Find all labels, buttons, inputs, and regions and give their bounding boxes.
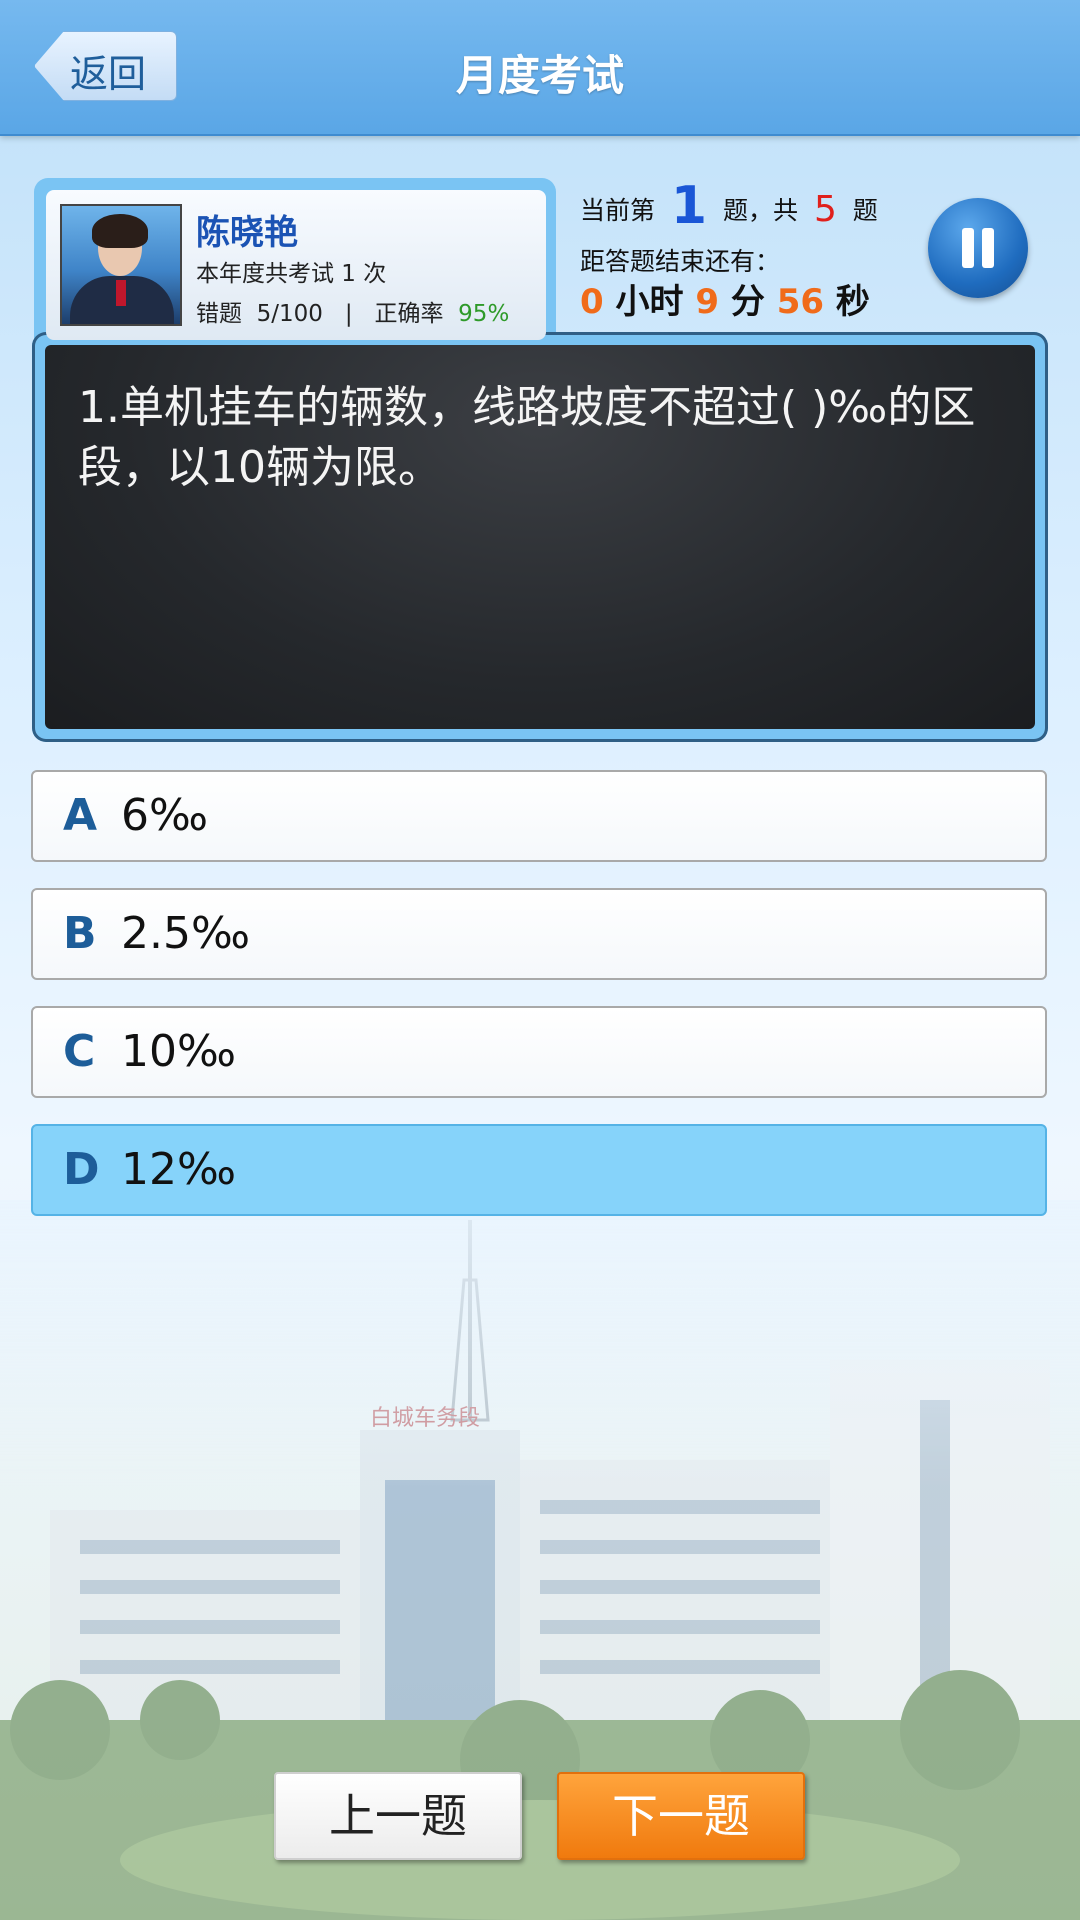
pause-button[interactable]	[928, 198, 1028, 298]
total-question-number: 5	[813, 189, 837, 230]
timer-hours-unit: 小时	[615, 282, 684, 322]
user-avatar	[60, 204, 182, 326]
background-building-image: 白城车务段	[0, 1200, 1080, 1920]
next-question-button[interactable]: 下一题	[557, 1772, 805, 1860]
option-text: 12‰	[121, 1144, 237, 1195]
background-fade	[0, 1200, 1080, 1920]
option-a[interactable]: A 6‰	[31, 770, 1047, 862]
user-stats: 错题 5/100 | 正确率 95%	[196, 294, 509, 328]
option-b[interactable]: B 2.5‰	[31, 888, 1047, 980]
option-letter: D	[63, 1144, 100, 1195]
timer-seconds-unit: 秒	[835, 282, 870, 322]
user-name: 陈晓艳	[196, 213, 298, 253]
accuracy-label: 正确率	[374, 301, 444, 327]
timer-hours: 0	[580, 282, 604, 322]
question-progress: 当前第 1 题，共 5 题	[580, 176, 878, 236]
option-text: 6‰	[121, 790, 209, 841]
timer-minutes: 9	[695, 282, 720, 322]
timer-seconds: 56	[776, 282, 825, 322]
option-letter: A	[63, 790, 98, 841]
option-letter: B	[63, 908, 97, 959]
accuracy-value: 95%	[458, 301, 510, 327]
progress-prefix: 当前第	[580, 196, 656, 225]
option-d[interactable]: D 12‰	[31, 1124, 1047, 1216]
option-c[interactable]: C 10‰	[31, 1006, 1047, 1098]
previous-question-button[interactable]: 上一题	[274, 1772, 522, 1860]
progress-suffix: 题	[852, 196, 878, 225]
page-title: 月度考试	[455, 51, 624, 100]
option-text: 10‰	[121, 1026, 237, 1077]
exam-count: 本年度共考试 1 次	[196, 261, 387, 287]
option-letter: C	[63, 1026, 96, 1077]
pause-icon-bar	[982, 228, 994, 268]
question-text: 1.单机挂车的辆数，线路坡度不超过( )‰的区段，以10辆为限。	[78, 382, 976, 493]
stats-separator: |	[344, 301, 353, 327]
pause-icon	[962, 228, 974, 268]
current-question-number: 1	[670, 176, 708, 236]
wrong-label: 错题	[196, 301, 242, 327]
option-text: 2.5‰	[121, 908, 251, 959]
progress-middle: 题，共	[723, 196, 799, 225]
timer-minutes-unit: 分	[730, 282, 765, 322]
top-bar: 返回 月度考试	[0, 0, 1080, 136]
countdown-timer: 0 小时 9 分 56 秒	[580, 274, 870, 323]
time-remaining-label: 距答题结束还有：	[580, 247, 781, 276]
wrong-value: 5/100	[256, 301, 323, 327]
